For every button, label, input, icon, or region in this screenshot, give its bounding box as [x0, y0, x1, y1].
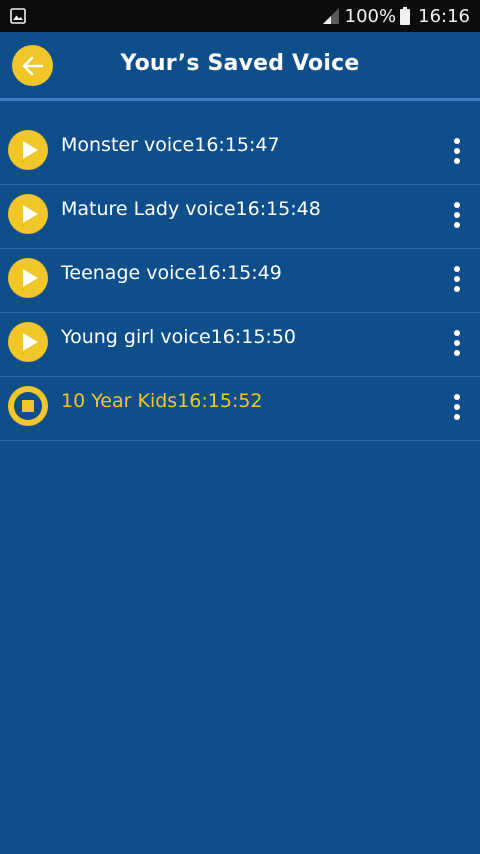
recording-title: Teenage voice16:15:49	[61, 262, 282, 284]
stop-icon	[14, 392, 42, 420]
recording-name: 10 Year Kids	[61, 390, 178, 412]
recording-time: 16:15:50	[210, 326, 296, 348]
signal-icon	[322, 8, 339, 24]
play-button[interactable]	[8, 194, 48, 234]
play-icon	[23, 205, 38, 223]
list-item[interactable]: Monster voice16:15:47	[0, 121, 480, 185]
more-options-button[interactable]	[452, 329, 462, 357]
list-item[interactable]: Teenage voice16:15:49	[0, 249, 480, 313]
more-vertical-icon	[454, 394, 460, 420]
more-options-button[interactable]	[452, 393, 462, 421]
play-icon	[23, 269, 38, 287]
app-bar: Your’s Saved Voice	[0, 32, 480, 98]
status-right: 100% 16:16	[322, 0, 470, 32]
recording-name: Monster voice	[61, 134, 195, 156]
more-vertical-icon	[454, 330, 460, 356]
play-icon	[23, 333, 38, 351]
recording-time: 16:15:49	[196, 262, 282, 284]
battery-icon	[400, 7, 411, 25]
list-item-playing[interactable]: 10 Year Kids16:15:52	[0, 377, 480, 441]
recording-name: Young girl voice	[61, 326, 211, 348]
play-button[interactable]	[8, 130, 48, 170]
more-options-button[interactable]	[452, 201, 462, 229]
play-button[interactable]	[8, 322, 48, 362]
more-vertical-icon	[454, 266, 460, 292]
recording-title: Mature Lady voice16:15:48	[61, 198, 321, 220]
recording-name: Teenage voice	[61, 262, 197, 284]
list-item[interactable]: Young girl voice16:15:50	[0, 313, 480, 377]
recording-title: Young girl voice16:15:50	[61, 326, 296, 348]
recording-time: 16:15:52	[177, 390, 263, 412]
gallery-icon	[10, 8, 26, 24]
more-options-button[interactable]	[452, 137, 462, 165]
more-vertical-icon	[454, 202, 460, 228]
recording-time: 16:15:48	[235, 198, 321, 220]
list-item[interactable]: Mature Lady voice16:15:48	[0, 185, 480, 249]
page-title: Your’s Saved Voice	[120, 51, 360, 76]
recording-title: 10 Year Kids16:15:52	[61, 390, 263, 412]
play-icon	[23, 141, 38, 159]
recordings-list: Monster voice16:15:47 Mature Lady voice1…	[0, 121, 480, 441]
play-button[interactable]	[8, 258, 48, 298]
recording-name: Mature Lady voice	[61, 198, 236, 220]
header-divider	[0, 98, 480, 101]
more-vertical-icon	[454, 138, 460, 164]
status-time: 16:16	[418, 5, 470, 27]
more-options-button[interactable]	[452, 265, 462, 293]
recording-title: Monster voice16:15:47	[61, 134, 280, 156]
battery-percentage: 100%	[344, 5, 397, 27]
status-bar: 100% 16:16	[0, 0, 480, 32]
recording-time: 16:15:47	[194, 134, 280, 156]
stop-button[interactable]	[8, 386, 48, 426]
